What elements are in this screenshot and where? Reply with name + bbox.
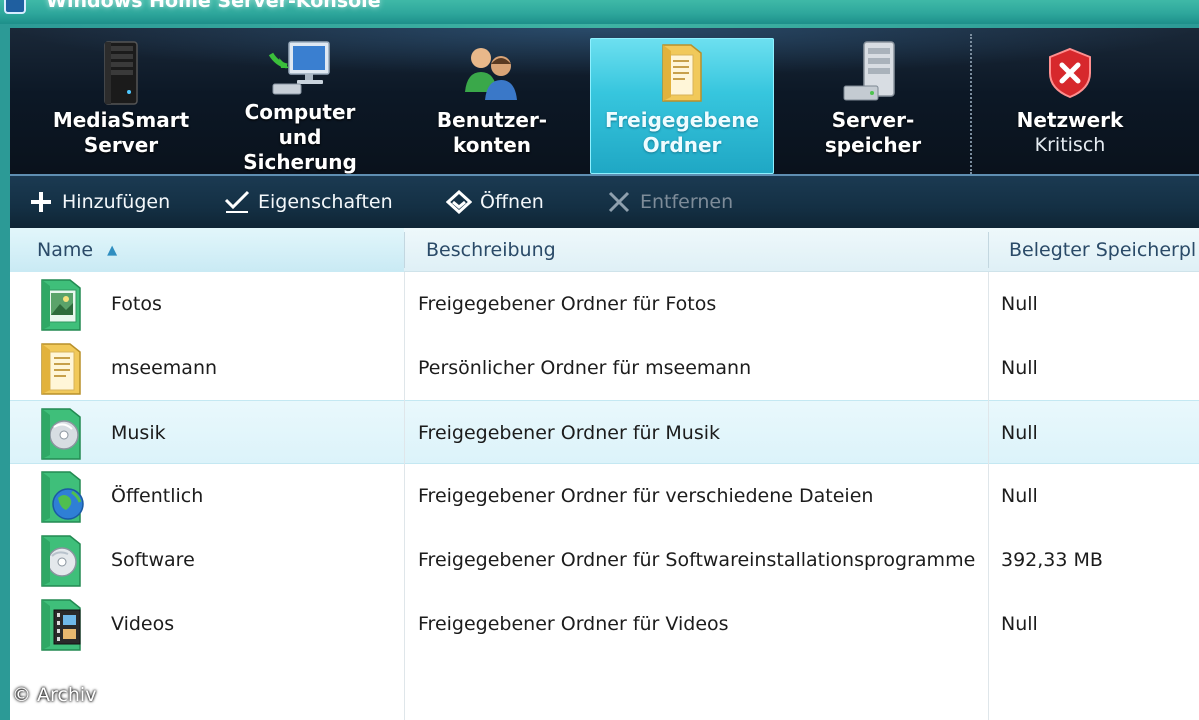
row-name: mseemann bbox=[111, 357, 218, 379]
public-folder-icon bbox=[41, 471, 84, 523]
table-row[interactable]: Software Freigegebener Ordner für Softwa… bbox=[10, 528, 1199, 592]
column-gridline bbox=[988, 272, 989, 720]
open-button-label: Öffnen bbox=[480, 191, 544, 213]
tab-label: Netzwerk bbox=[1016, 108, 1124, 132]
tab-label: Server- bbox=[831, 108, 915, 132]
tab-label: MediaSmart bbox=[52, 108, 190, 132]
tab-netzwerk-status[interactable]: Netzwerk Kritisch bbox=[1000, 38, 1140, 174]
add-button-label: Hinzufügen bbox=[62, 191, 171, 213]
tab-label: speicher bbox=[824, 133, 922, 157]
row-name: Videos bbox=[111, 613, 175, 635]
shared-folder-icon bbox=[662, 44, 702, 102]
tab-benutzerkonten[interactable]: Benutzer- konten bbox=[410, 38, 574, 174]
column-description-label: Beschreibung bbox=[426, 239, 556, 261]
music-folder-icon bbox=[41, 408, 81, 460]
properties-button-label: Eigenschaften bbox=[258, 191, 393, 213]
videos-folder-icon bbox=[41, 599, 81, 651]
remove-button-label: Entfernen bbox=[640, 191, 734, 213]
row-description: Freigegebener Ordner für Videos bbox=[418, 613, 729, 635]
row-name: Musik bbox=[111, 422, 166, 444]
table-row[interactable]: Musik Freigegebener Ordner für Musik Nul… bbox=[10, 400, 1199, 464]
tab-mediasmart-server[interactable]: MediaSmart Server bbox=[40, 38, 202, 174]
tab-label: Ordner bbox=[642, 133, 722, 157]
row-used-space: Null bbox=[1001, 485, 1038, 507]
checkmark-properties-icon bbox=[224, 189, 250, 215]
title-bar: Windows Home Server-Konsole bbox=[0, 0, 1199, 24]
copyright-watermark: © Archiv bbox=[12, 684, 97, 706]
row-used-space: Null bbox=[1001, 357, 1038, 379]
row-description: Freigegebener Ordner für Fotos bbox=[418, 293, 717, 315]
properties-button[interactable]: Eigenschaften bbox=[224, 184, 393, 220]
network-critical-shield-icon bbox=[1049, 47, 1091, 99]
table-row[interactable]: Öffentlich Freigegebener Ordner für vers… bbox=[10, 464, 1199, 528]
console-client-area: MediaSmart Server Computer und Sicherung… bbox=[10, 28, 1199, 720]
row-description: Freigegebener Ordner für Musik bbox=[418, 422, 721, 444]
personal-folder-icon bbox=[41, 343, 81, 395]
row-used-space: Null bbox=[1001, 422, 1038, 444]
window-title: Windows Home Server-Konsole bbox=[46, 0, 381, 12]
photos-folder-icon bbox=[41, 279, 81, 331]
row-name: Öffentlich bbox=[111, 485, 204, 507]
sort-ascending-icon: ▲ bbox=[107, 243, 118, 258]
list-header: Name ▲ Beschreibung Belegter Speicherpl bbox=[10, 228, 1199, 272]
add-button[interactable]: Hinzufügen bbox=[28, 184, 170, 220]
remove-button[interactable]: Entfernen bbox=[606, 184, 733, 220]
column-header-used-space[interactable]: Belegter Speicherpl bbox=[989, 228, 1199, 272]
column-header-description[interactable]: Beschreibung bbox=[405, 228, 988, 272]
open-chevron-icon bbox=[446, 189, 472, 215]
tab-freigegebene-ordner[interactable]: Freigegebene Ordner bbox=[590, 38, 774, 174]
shared-folders-list: Fotos Freigegebener Ordner für Fotos Nul… bbox=[10, 272, 1199, 720]
user-accounts-icon bbox=[465, 48, 517, 100]
column-gridline bbox=[404, 272, 405, 720]
row-name: Software bbox=[111, 549, 195, 571]
tab-computer-und-sicherung[interactable]: Computer und Sicherung bbox=[222, 38, 378, 174]
row-description: Freigegebener Ordner für verschiedene Da… bbox=[418, 485, 874, 507]
column-header-name[interactable]: Name ▲ bbox=[10, 228, 404, 272]
row-used-space: 392,33 MB bbox=[1001, 549, 1103, 571]
toolbar: Hinzufügen Eigenschaften Öffnen Entferne… bbox=[10, 174, 1199, 228]
tab-label: konten bbox=[452, 133, 532, 157]
table-row[interactable]: Videos Freigegebener Ordner für Videos N… bbox=[10, 592, 1199, 656]
column-name-label: Name bbox=[37, 239, 94, 261]
row-description: Freigegebener Ordner für Softwareinstall… bbox=[418, 549, 976, 571]
row-name: Fotos bbox=[111, 293, 162, 315]
app-icon bbox=[4, 0, 26, 14]
tab-label: Computer bbox=[244, 100, 356, 124]
software-folder-icon bbox=[41, 535, 81, 587]
window-frame: MediaSmart Server Computer und Sicherung… bbox=[0, 24, 1199, 720]
nav-divider bbox=[970, 34, 972, 174]
computer-backup-icon bbox=[268, 41, 330, 95]
row-used-space: Null bbox=[1001, 293, 1038, 315]
open-button[interactable]: Öffnen bbox=[446, 184, 544, 220]
row-description: Persönlicher Ordner für mseemann bbox=[418, 357, 752, 379]
nav-tab-bar: MediaSmart Server Computer und Sicherung… bbox=[10, 28, 1199, 174]
tab-label: und Sicherung bbox=[243, 125, 357, 174]
remove-x-icon bbox=[606, 189, 632, 215]
tab-label: Freigegebene bbox=[604, 108, 760, 132]
tab-label: Benutzer- bbox=[436, 108, 548, 132]
server-storage-icon bbox=[843, 41, 895, 101]
tab-label: Server bbox=[83, 133, 159, 157]
table-row[interactable]: Fotos Freigegebener Ordner für Fotos Nul… bbox=[10, 272, 1199, 336]
column-used-label: Belegter Speicherpl bbox=[1009, 239, 1197, 261]
row-used-space: Null bbox=[1001, 613, 1038, 635]
network-status-text: Kritisch bbox=[1034, 134, 1106, 156]
server-tower-icon bbox=[104, 41, 138, 105]
plus-icon bbox=[28, 189, 54, 215]
tab-serverspeicher[interactable]: Server- speicher bbox=[800, 38, 946, 174]
table-row[interactable]: mseemann Persönlicher Ordner für mseeman… bbox=[10, 336, 1199, 400]
